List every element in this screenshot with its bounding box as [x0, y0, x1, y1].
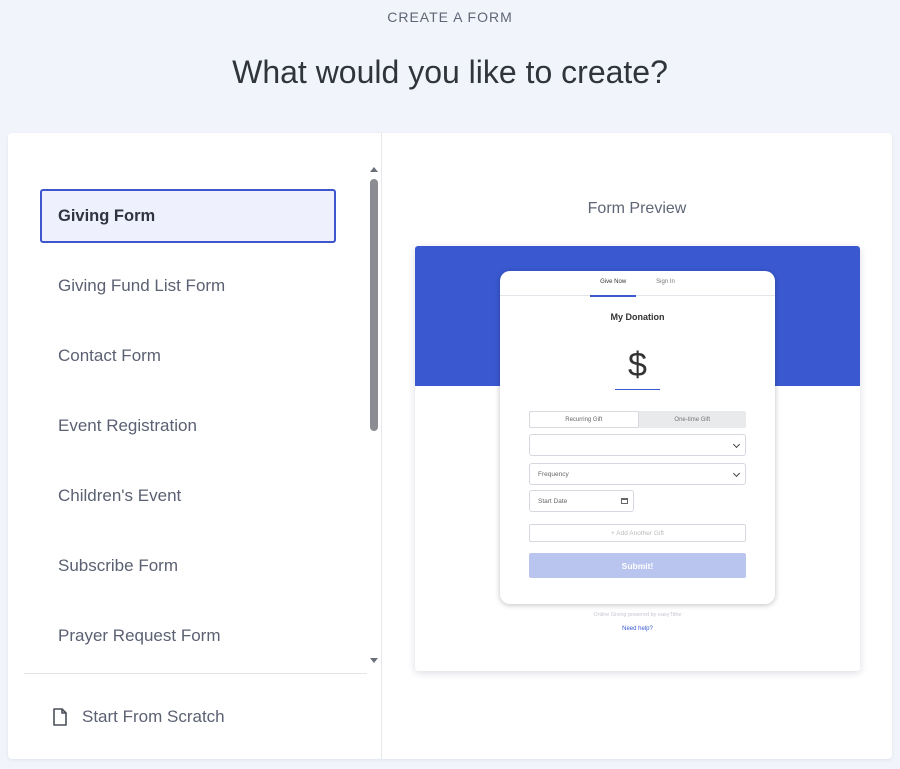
scroll-down-arrow[interactable] [369, 656, 379, 664]
preview-form-title: My Donation [610, 312, 665, 322]
list-divider [24, 673, 367, 674]
preview-fund-select [529, 434, 746, 456]
preview-tab-give-now: Give Now [590, 279, 637, 297]
start-from-scratch-button[interactable]: Start From Scratch [52, 703, 225, 731]
form-type-giving-fund-list-form[interactable]: Giving Fund List Form [40, 259, 336, 313]
form-type-childrens-event[interactable]: Children's Event [40, 469, 336, 523]
form-type-event-registration[interactable]: Event Registration [40, 399, 336, 453]
form-type-giving-form[interactable]: Giving Form [40, 189, 336, 243]
preview-powered-by: Online Giving powered by easyTithe [593, 612, 682, 618]
scrollbar-thumb[interactable] [370, 179, 378, 431]
form-type-label: Children's Event [58, 486, 182, 505]
preview-tab-sign-in: Sign In [656, 279, 675, 285]
preview-frequency-select: Frequency [529, 463, 746, 485]
chevron-down-icon [732, 440, 741, 449]
form-type-subscribe-form[interactable]: Subscribe Form [40, 539, 336, 593]
page-title: What would you like to create? [232, 54, 668, 90]
form-type-label: Prayer Request Form [58, 626, 221, 645]
preview-amount-field: $ [615, 344, 660, 390]
preview-submit-button: Submit! [529, 553, 746, 578]
caret-down-icon [370, 657, 378, 663]
form-type-list-pane: Giving Form Giving Fund List Form Contac… [8, 133, 382, 759]
preview-gift-type-toggle: Recurring Gift One-time Gift [529, 411, 746, 428]
form-type-label: Giving Form [58, 206, 156, 225]
document-icon [53, 708, 67, 726]
form-preview: Give Now Sign In My Donation $ Recurring… [415, 246, 860, 671]
form-type-label: Giving Fund List Form [58, 276, 226, 295]
scroll-up-arrow[interactable] [369, 165, 379, 173]
preview-tabs: Give Now Sign In [500, 271, 775, 297]
chevron-down-icon [732, 469, 741, 478]
page-eyebrow: CREATE A FORM [387, 9, 513, 25]
form-type-label: Event Registration [58, 416, 197, 435]
start-from-scratch-label: Start From Scratch [82, 707, 225, 726]
create-form-card: Giving Form Giving Fund List Form Contac… [8, 133, 892, 759]
form-type-prayer-request-form[interactable]: Prayer Request Form [40, 609, 336, 663]
caret-up-icon [370, 166, 378, 172]
preview-add-another-gift: + Add Another Gift [529, 524, 746, 542]
form-type-label: Subscribe Form [58, 556, 178, 575]
form-type-list: Giving Form Giving Fund List Form Contac… [40, 189, 336, 679]
preview-donation-card: Give Now Sign In My Donation $ Recurring… [500, 271, 775, 604]
preview-start-date-field: Start Date [529, 490, 634, 512]
preview-frequency-placeholder: Frequency [538, 470, 569, 478]
preview-help-link: Need help? [622, 626, 653, 632]
preview-title: Form Preview [587, 200, 687, 217]
preview-one-time-gift: One-time Gift [674, 416, 711, 423]
form-type-contact-form[interactable]: Contact Form [40, 329, 336, 383]
preview-recurring-gift: Recurring Gift [529, 411, 639, 428]
form-type-label: Contact Form [58, 346, 161, 365]
preview-start-date-placeholder: Start Date [538, 497, 568, 505]
calendar-icon [621, 498, 628, 504]
